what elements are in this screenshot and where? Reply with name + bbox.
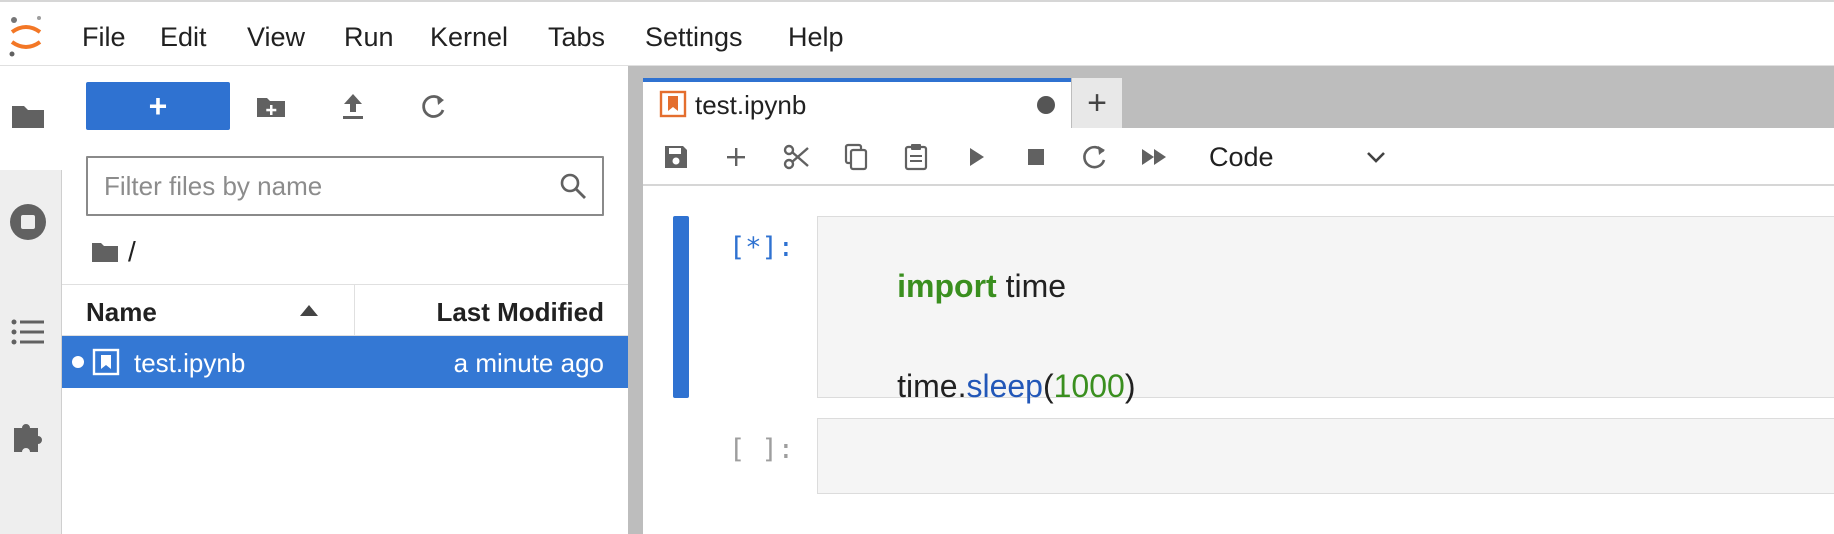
notebook-file-icon <box>92 348 120 376</box>
active-cell-marker[interactable] <box>673 216 689 398</box>
notebook-body: [*]: import time time.sleep(1000) [ ]: <box>643 186 1834 534</box>
menu-edit[interactable]: Edit <box>160 22 207 53</box>
menu-tabs[interactable]: Tabs <box>548 22 605 53</box>
sort-ascending-icon <box>300 305 318 316</box>
save-icon[interactable] <box>661 142 691 172</box>
code-cell-input[interactable]: import time time.sleep(1000) <box>817 216 1834 404</box>
chevron-down-icon <box>1367 152 1385 163</box>
new-folder-icon[interactable] <box>254 90 288 124</box>
code-token: sleep <box>966 368 1043 404</box>
tab-test-ipynb[interactable]: test.ipynb <box>643 78 1071 128</box>
file-name: test.ipynb <box>134 348 246 378</box>
upload-icon[interactable] <box>336 90 370 124</box>
stop-circle-icon[interactable] <box>8 202 48 242</box>
add-tab-button[interactable]: + <box>1072 78 1122 128</box>
refresh-icon[interactable] <box>416 90 450 124</box>
copy-icon[interactable] <box>841 142 871 172</box>
notebook-icon <box>659 90 687 118</box>
puzzle-icon[interactable] <box>8 416 48 456</box>
menu-view[interactable]: View <box>247 22 305 53</box>
filter-files-field <box>86 156 604 216</box>
code-token: ( <box>1042 368 1054 404</box>
new-launcher-button[interactable]: + <box>86 82 230 130</box>
fast-forward-icon[interactable] <box>1139 142 1169 172</box>
cell-prompt: [*]: <box>729 232 795 263</box>
code-token: import <box>897 268 997 304</box>
code-cell-input[interactable] <box>817 418 1834 494</box>
tab-label: test.ipynb <box>695 90 807 120</box>
menu-kernel[interactable]: Kernel <box>430 22 508 53</box>
breadcrumb-root[interactable]: / <box>128 236 136 268</box>
paste-icon[interactable] <box>901 142 931 172</box>
restart-icon[interactable] <box>1079 142 1109 172</box>
code-token: time <box>996 268 1067 304</box>
notebook-toolbar: Code <box>643 128 1834 186</box>
menu-file[interactable]: File <box>82 22 126 53</box>
cell-type-select[interactable]: Code <box>1209 138 1389 176</box>
file-modified: a minute ago <box>453 348 604 378</box>
column-divider[interactable] <box>354 285 355 335</box>
running-indicator-icon <box>72 356 84 368</box>
left-activity-bar <box>0 66 62 534</box>
jupyter-logo-icon <box>9 16 42 57</box>
plus-icon: + <box>148 87 168 124</box>
run-icon[interactable] <box>961 142 991 172</box>
menu-settings[interactable]: Settings <box>645 22 743 53</box>
unsaved-dot-icon[interactable] <box>1037 96 1055 114</box>
column-name-header[interactable]: Name <box>86 297 157 328</box>
filter-files-input[interactable] <box>104 168 544 204</box>
menu-bar: File Edit View Run Kernel Tabs Settings … <box>0 0 1834 66</box>
plus-icon: + <box>1087 83 1107 122</box>
file-row[interactable]: test.ipynb a minute ago <box>62 336 628 388</box>
menu-help[interactable]: Help <box>788 22 844 53</box>
home-folder-icon[interactable] <box>90 238 120 266</box>
interrupt-stop-icon[interactable] <box>1021 142 1051 172</box>
code-token: time. <box>897 368 967 404</box>
file-list-header: Name Last Modified <box>62 284 628 336</box>
cut-icon[interactable] <box>781 142 811 172</box>
code-line: import time <box>826 231 1066 342</box>
panel-splitter[interactable] <box>628 66 643 534</box>
folder-icon[interactable] <box>8 96 48 136</box>
menu-run[interactable]: Run <box>344 22 394 53</box>
column-modified-header[interactable]: Last Modified <box>436 297 604 328</box>
document-tab-bar: test.ipynb + <box>643 66 1834 128</box>
breadcrumb: / <box>90 234 136 270</box>
jupyterlab-window: File Edit View Run Kernel Tabs Settings … <box>0 0 1834 534</box>
cell-prompt: [ ]: <box>729 434 795 465</box>
code-token: 1000 <box>1053 368 1125 404</box>
file-browser-panel: + / Name <box>62 66 628 534</box>
list-icon[interactable] <box>8 312 48 352</box>
search-icon <box>560 173 586 199</box>
code-token: ) <box>1124 368 1136 404</box>
add-cell-icon[interactable] <box>721 142 751 172</box>
cell-type-value: Code <box>1209 142 1274 172</box>
